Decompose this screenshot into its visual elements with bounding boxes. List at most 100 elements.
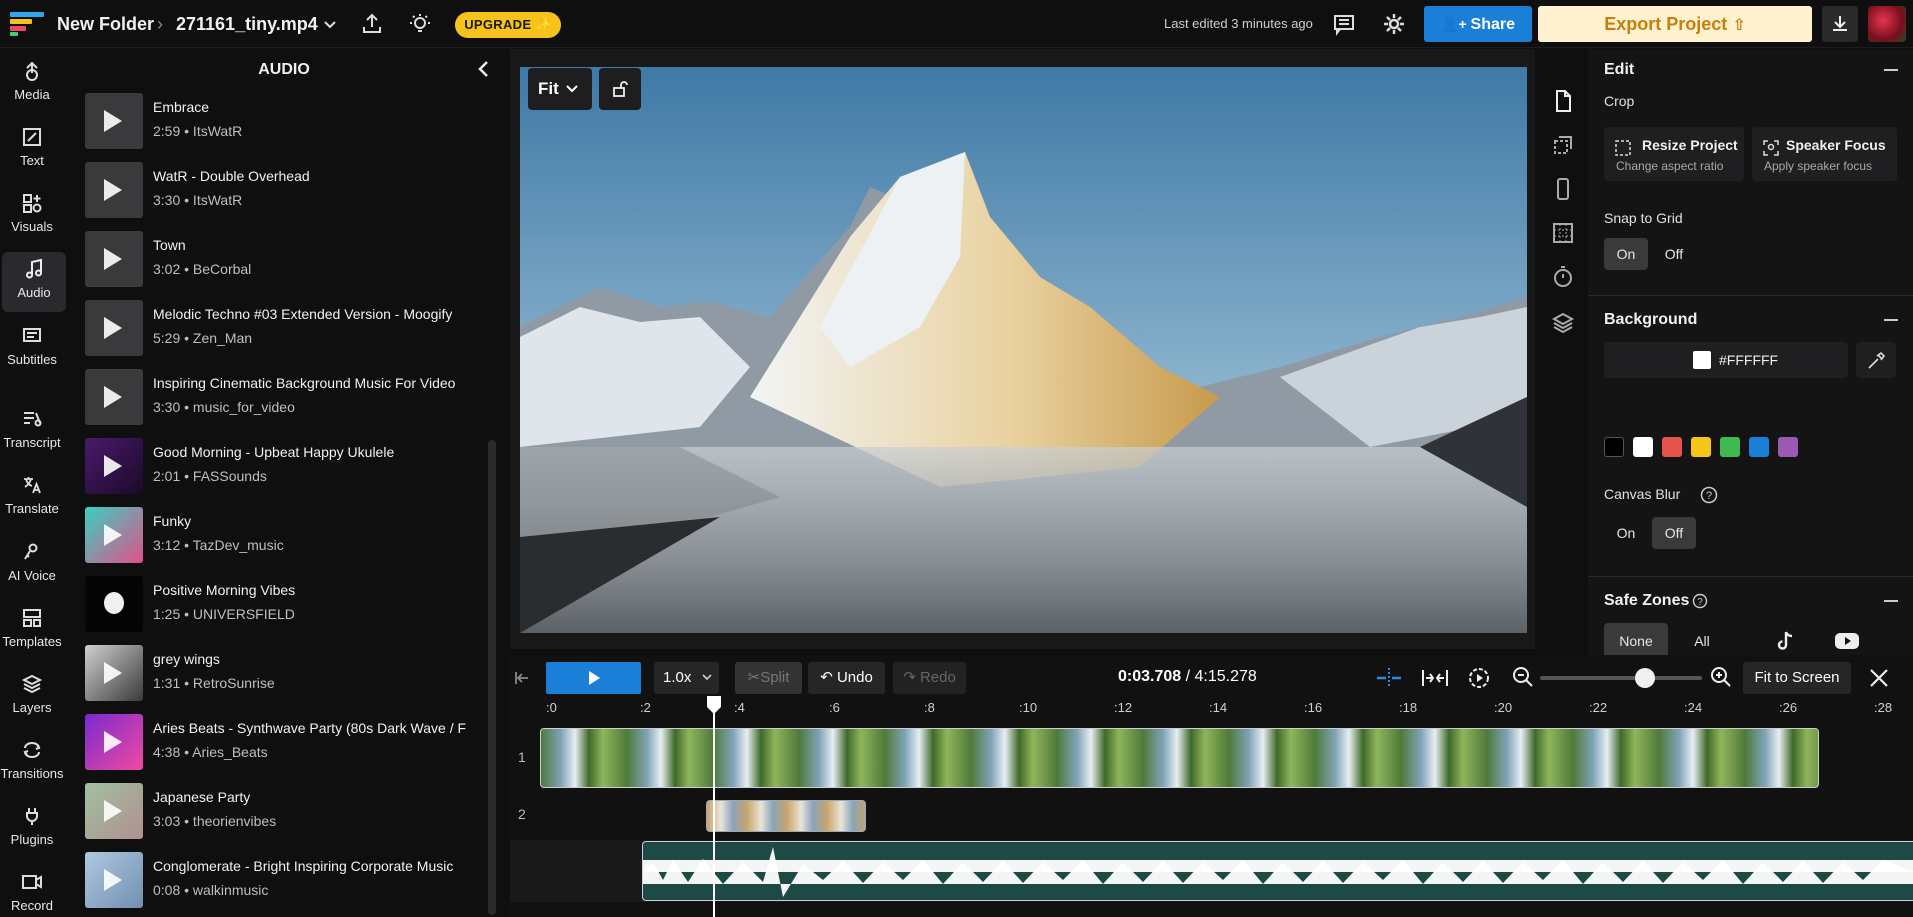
zoom-slider-handle[interactable] [1635, 668, 1655, 688]
play-button[interactable] [546, 662, 641, 694]
speaker-focus-button[interactable]: Speaker Focus Apply speaker focus [1752, 127, 1897, 181]
upload-icon[interactable] [360, 12, 384, 36]
video-clip-track-1[interactable] [540, 728, 1819, 788]
audio-panel-scrollbar[interactable] [488, 440, 496, 915]
playback-settings-icon[interactable] [1467, 666, 1491, 690]
rail-item-transcript[interactable]: Transcript [0, 402, 64, 462]
audio-clip-track-3[interactable] [642, 841, 1913, 901]
share-button[interactable]: 👤+ Share [1424, 6, 1532, 42]
track-thumbnail[interactable] [85, 576, 143, 632]
snap-off-toggle[interactable]: Off [1652, 238, 1696, 270]
safe-zone-all[interactable]: All [1676, 623, 1728, 659]
fit-dropdown[interactable]: Fit [528, 68, 592, 110]
mobile-icon[interactable] [1551, 177, 1575, 201]
blur-off-toggle[interactable]: Off [1652, 517, 1696, 549]
track-thumbnail[interactable] [85, 369, 143, 425]
download-button[interactable] [1822, 6, 1858, 42]
snap-magnet-icon[interactable] [1374, 666, 1404, 690]
collapse-timeline-icon[interactable] [514, 670, 530, 686]
app-logo-icon[interactable] [8, 11, 46, 37]
aspect-lock-button[interactable] [599, 68, 641, 110]
collapse-minus-icon[interactable] [1884, 600, 1898, 602]
list-item[interactable]: Good Morning - Upbeat Happy Ukulele 2:01… [85, 438, 545, 498]
help-icon[interactable]: ? [1700, 486, 1718, 504]
swatch-red[interactable] [1662, 437, 1682, 457]
timer-icon[interactable] [1551, 265, 1575, 289]
list-item[interactable]: Embrace 2:59 • ItsWatR [85, 93, 545, 153]
blur-on-toggle[interactable]: On [1604, 517, 1648, 549]
eyedropper-button[interactable] [1856, 342, 1896, 378]
swatch-yellow[interactable] [1691, 437, 1711, 457]
list-item[interactable]: Town 3:02 • BeCorbal [85, 231, 545, 291]
grid-icon[interactable] [1551, 221, 1575, 245]
help-icon[interactable]: ? [1692, 593, 1708, 609]
chevron-down-icon[interactable] [322, 16, 338, 32]
rail-item-translate[interactable]: Translate [0, 468, 64, 528]
track-thumbnail[interactable] [85, 714, 143, 770]
track-thumbnail[interactable] [85, 645, 143, 701]
playhead[interactable] [713, 696, 715, 917]
comments-icon[interactable] [1332, 12, 1356, 36]
rail-item-media[interactable]: Media [0, 54, 64, 114]
tiktok-icon[interactable] [1773, 629, 1797, 653]
track-thumbnail[interactable] [85, 507, 143, 563]
swatch-black[interactable] [1604, 437, 1624, 457]
safe-zone-none[interactable]: None [1604, 623, 1668, 659]
rail-item-text[interactable]: Text [0, 120, 64, 180]
swatch-white[interactable] [1633, 437, 1653, 457]
rail-item-plugins[interactable]: Plugins [0, 799, 64, 859]
list-item[interactable]: Inspiring Cinematic Background Music For… [85, 369, 545, 429]
speed-dropdown[interactable]: 1.0x [654, 662, 719, 694]
track-thumbnail[interactable] [85, 852, 143, 908]
video-preview[interactable] [520, 67, 1527, 633]
snap-on-toggle[interactable]: On [1604, 238, 1648, 270]
zoom-out-icon[interactable] [1512, 666, 1534, 688]
collapse-minus-icon[interactable] [1884, 319, 1898, 321]
list-item[interactable]: grey wings 1:31 • RetroSunrise [85, 645, 545, 705]
swatch-green[interactable] [1720, 437, 1740, 457]
list-item[interactable]: Conglomerate - Bright Inspiring Corporat… [85, 852, 545, 912]
list-item[interactable]: Positive Morning Vibes 1:25 • UNIVERSFIE… [85, 576, 545, 636]
list-item[interactable]: WatR - Double Overhead 3:30 • ItsWatR [85, 162, 545, 222]
breadcrumb-folder[interactable]: New Folder [57, 14, 154, 35]
collapse-minus-icon[interactable] [1884, 69, 1898, 71]
export-project-button[interactable]: Export Project ⇧ [1538, 6, 1812, 42]
fit-to-screen-button[interactable]: Fit to Screen [1743, 662, 1851, 694]
track-thumbnail[interactable] [85, 162, 143, 218]
document-icon[interactable] [1551, 89, 1575, 113]
avatar[interactable] [1868, 6, 1906, 42]
video-clip-track-2[interactable] [706, 800, 866, 832]
zoom-slider[interactable] [1540, 676, 1702, 680]
redo-button[interactable]: ↷ Redo [893, 662, 966, 694]
split-button[interactable]: ✂Split [735, 662, 802, 694]
rail-item-audio[interactable]: Audio [2, 252, 66, 312]
crop-icon[interactable] [1551, 133, 1575, 157]
background-color-field[interactable]: #FFFFFF [1604, 342, 1848, 378]
list-item[interactable]: Japanese Party 3:03 • theorienvibes [85, 783, 545, 843]
swatch-purple[interactable] [1778, 437, 1798, 457]
youtube-icon[interactable] [1834, 629, 1860, 653]
track-thumbnail[interactable] [85, 231, 143, 287]
swatch-blue[interactable] [1749, 437, 1769, 457]
list-item[interactable]: Melodic Techno #03 Extended Version - Mo… [85, 300, 545, 360]
track-thumbnail[interactable] [85, 438, 143, 494]
playhead-handle[interactable] [706, 696, 722, 714]
close-icon[interactable] [1868, 667, 1890, 689]
track-thumbnail[interactable] [85, 300, 143, 356]
track-thumbnail[interactable] [85, 783, 143, 839]
fit-timeline-icon[interactable] [1420, 666, 1450, 690]
zoom-in-icon[interactable] [1710, 666, 1732, 688]
lightbulb-icon[interactable] [408, 12, 432, 36]
rail-item-layers[interactable]: Layers [0, 667, 64, 727]
rail-item-ai-voice[interactable]: AI Voice [0, 535, 64, 595]
breadcrumb-file[interactable]: 271161_tiny.mp4 [176, 14, 318, 35]
track-thumbnail[interactable] [85, 93, 143, 149]
undo-button[interactable]: ↶ Undo [808, 662, 885, 694]
list-item[interactable]: Funky 3:12 • TazDev_music [85, 507, 545, 567]
gear-icon[interactable] [1382, 12, 1406, 36]
rail-item-transitions[interactable]: Transitions [0, 733, 64, 793]
list-item[interactable]: Aries Beats - Synthwave Party (80s Dark … [85, 714, 545, 774]
rail-item-subtitles[interactable]: Subtitles [0, 319, 64, 379]
rail-item-record[interactable]: Record [0, 865, 64, 917]
rail-item-visuals[interactable]: Visuals [0, 186, 64, 246]
